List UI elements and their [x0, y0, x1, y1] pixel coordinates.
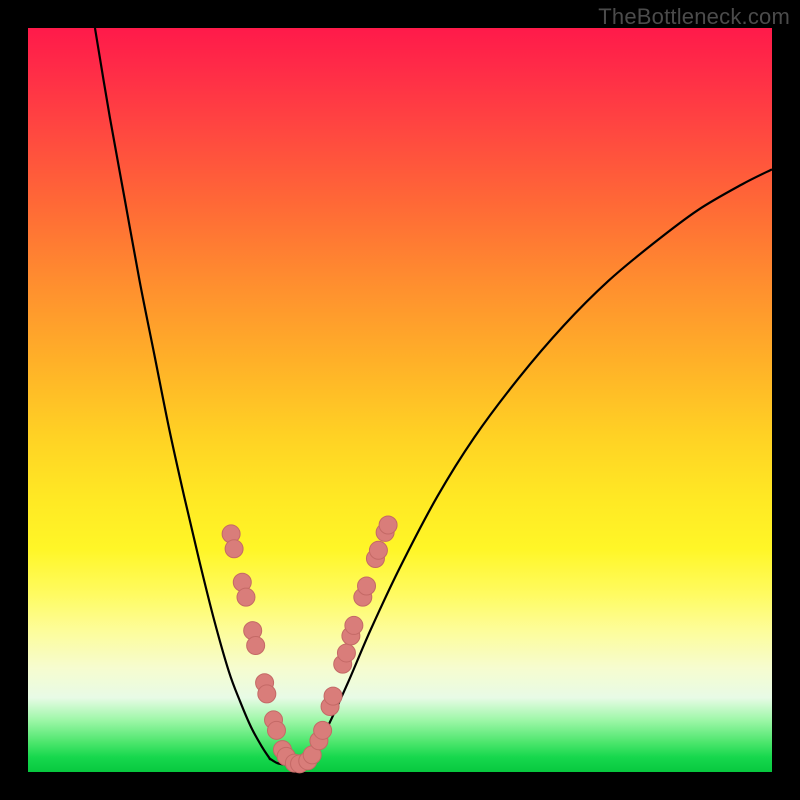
- data-marker: [237, 588, 255, 606]
- data-marker: [267, 721, 285, 739]
- watermark-text: TheBottleneck.com: [598, 4, 790, 30]
- data-marker: [225, 540, 243, 558]
- bottleneck-curve: [95, 28, 772, 765]
- data-marker: [324, 687, 342, 705]
- chart-plot-area: [28, 28, 772, 772]
- data-marker: [345, 616, 363, 634]
- marker-layer: [222, 516, 397, 773]
- data-marker: [358, 577, 376, 595]
- data-marker: [314, 721, 332, 739]
- chart-svg: [28, 28, 772, 772]
- data-marker: [247, 637, 265, 655]
- data-marker: [258, 685, 276, 703]
- chart-frame: TheBottleneck.com: [0, 0, 800, 800]
- data-marker: [369, 541, 387, 559]
- curve-layer: [95, 28, 772, 765]
- data-marker: [379, 516, 397, 534]
- data-marker: [337, 644, 355, 662]
